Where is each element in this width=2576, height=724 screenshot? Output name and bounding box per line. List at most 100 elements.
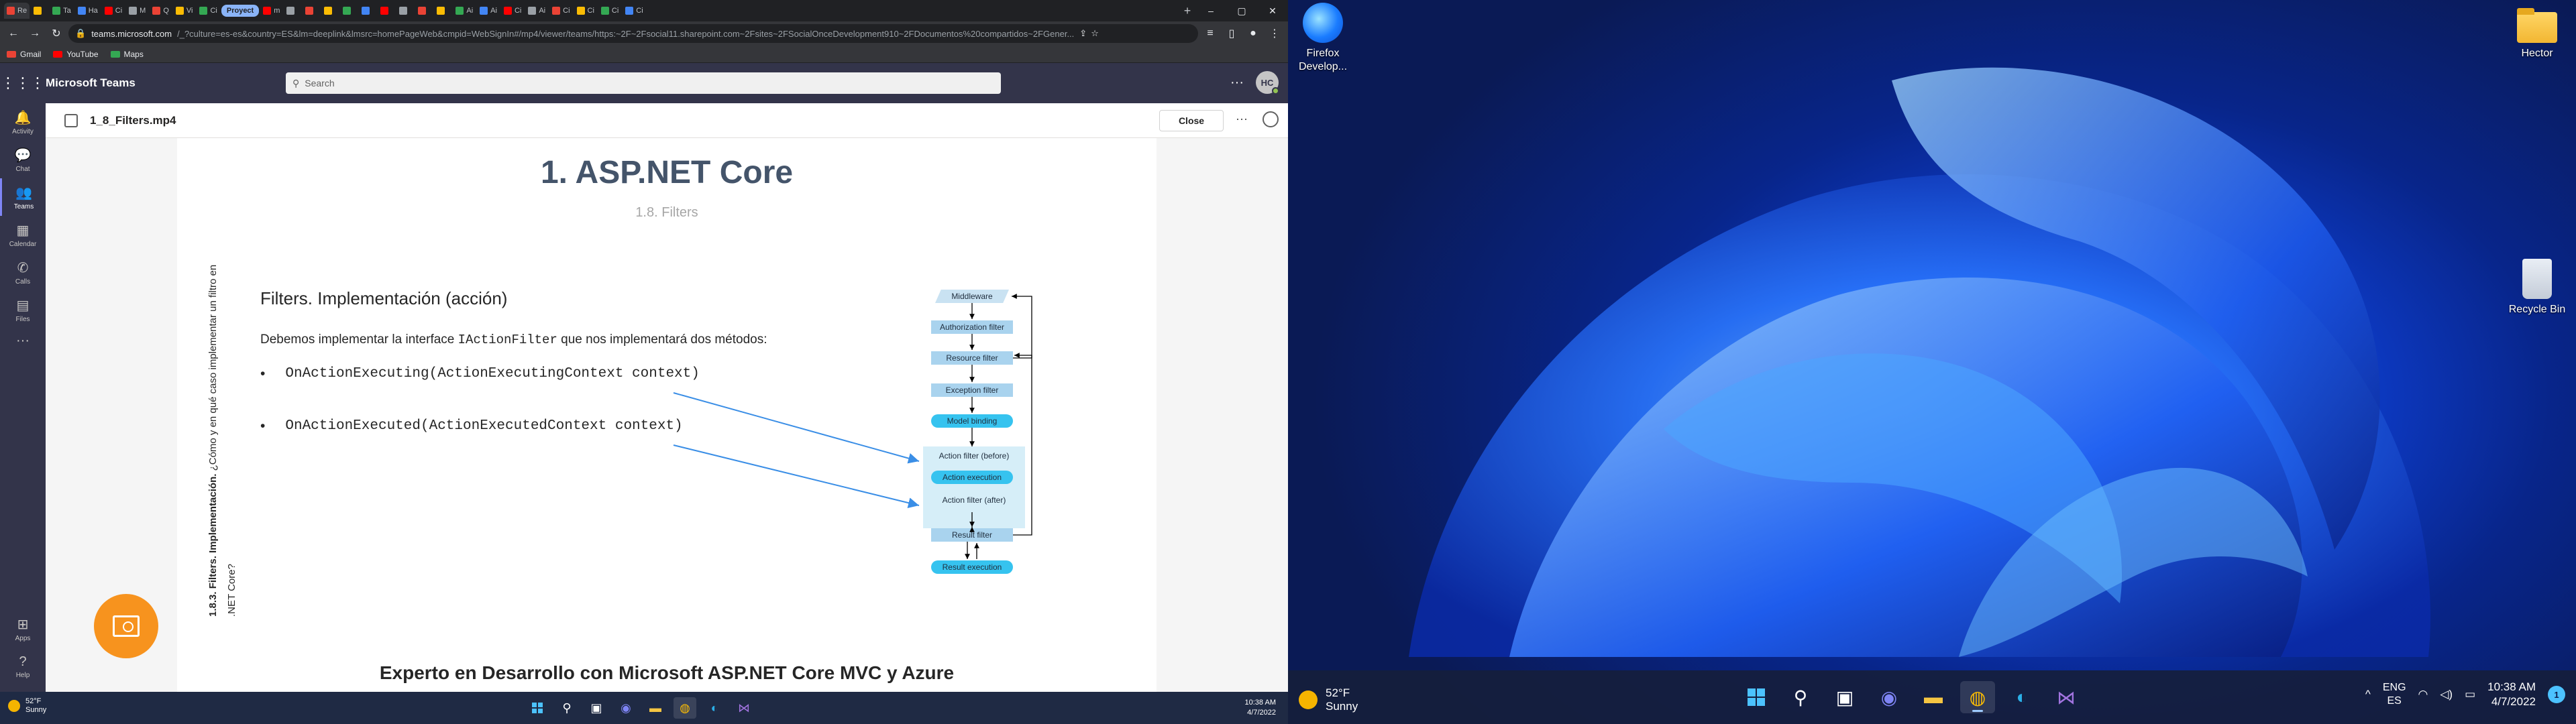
weather-widget[interactable]: 52°F Sunny <box>8 697 46 715</box>
rail-item-chat[interactable]: 💬 Chat <box>0 141 46 178</box>
url-host: teams.microsoft.com <box>91 28 172 39</box>
rail-more-button[interactable]: ··· <box>0 328 46 353</box>
browser-tab[interactable]: Ci <box>501 3 524 19</box>
taskbar-clock[interactable]: 10:38 AM 4/7/2022 <box>1245 698 1276 718</box>
browser-tab[interactable]: Ci <box>598 3 621 19</box>
slide-subtitle: 1.8. Filters <box>635 205 698 220</box>
task-view-icon[interactable]: ▣ <box>1827 681 1862 713</box>
bookmark-maps[interactable]: Maps <box>110 50 144 59</box>
settings-more-icon[interactable]: ··· <box>1230 75 1244 90</box>
rail-item-calendar[interactable]: ▦ Calendar <box>0 216 46 253</box>
rail-item-help[interactable]: ? Help <box>0 648 46 685</box>
browser-tab[interactable] <box>321 3 339 19</box>
bookmark-youtube[interactable]: YouTube <box>53 50 99 59</box>
browser-tab[interactable] <box>31 3 48 19</box>
browser-tab[interactable] <box>396 3 414 19</box>
start-button[interactable] <box>1739 681 1774 713</box>
browser-tab[interactable]: Ci <box>102 3 125 19</box>
browser-tab[interactable] <box>359 3 376 19</box>
edge-icon[interactable]: ◐ <box>2004 681 2039 713</box>
visual-studio-icon[interactable]: ⋈ <box>2049 681 2084 713</box>
desktop-icon-firefox[interactable]: Firefox Develop... <box>1291 3 1355 74</box>
file-explorer-icon[interactable]: ▬ <box>1916 681 1951 713</box>
close-button[interactable]: Close <box>1159 110 1224 131</box>
tab-favicon-icon <box>34 7 42 15</box>
media-icon[interactable]: ≡ <box>1201 24 1220 43</box>
bookmark-gmail[interactable]: Gmail <box>7 50 41 59</box>
battery-icon[interactable]: ▭ <box>2465 688 2475 701</box>
new-tab-button[interactable]: + <box>1179 4 1195 18</box>
slide-title: 1. ASP.NET Core <box>540 155 794 190</box>
sidepanel-icon[interactable]: ▯ <box>1222 24 1241 43</box>
rail-item-calls[interactable]: ✆ Calls <box>0 253 46 291</box>
rail-item-apps[interactable]: ⊞ Apps <box>0 610 46 648</box>
firefox-developer-icon <box>1303 3 1343 43</box>
pipeline-model-binding: Model binding <box>931 414 1013 428</box>
browser-tab[interactable]: Ci <box>623 3 645 19</box>
minimize-button[interactable]: – <box>1195 0 1226 21</box>
tab-group-label[interactable]: Proyect <box>221 5 260 17</box>
browser-tab[interactable]: Ta <box>50 3 74 19</box>
browser-tab[interactable]: Re <box>4 3 30 19</box>
profile-icon[interactable]: ● <box>1244 24 1263 43</box>
browser-tab[interactable] <box>415 3 433 19</box>
browser-tab[interactable]: Ai <box>477 3 500 19</box>
search-icon[interactable]: ⚲ <box>555 697 578 719</box>
browser-tab[interactable]: Ci <box>197 3 219 19</box>
browser-tab[interactable] <box>340 3 358 19</box>
volume-icon[interactable]: ◁) <box>2440 688 2453 701</box>
video-area[interactable]: 1. ASP.NET Core 1.8. Filters 1.8.3. Filt… <box>46 138 1288 692</box>
address-bar[interactable]: 🔒 teams.microsoft.com /_?culture=es-es&co… <box>68 24 1198 43</box>
visual-studio-icon[interactable]: ⋈ <box>733 697 755 719</box>
desktop-icon-recycle-bin[interactable]: Recycle Bin <box>2505 259 2569 316</box>
bookmark-star-icon[interactable]: ☆ <box>1091 28 1099 39</box>
search-input[interactable]: ⚲ Search <box>286 72 1001 94</box>
pipeline-middleware: Middleware <box>935 290 1009 303</box>
reload-button[interactable]: ↻ <box>47 24 66 43</box>
share-icon[interactable]: ⇪ <box>1079 28 1087 39</box>
teams-chat-icon[interactable]: ◉ <box>1872 681 1907 713</box>
taskbar-clock[interactable]: 10:38 AM 4/7/2022 <box>2487 680 2536 709</box>
browser-tab[interactable]: M <box>126 3 148 19</box>
rail-item-activity[interactable]: 🔔 Activity <box>0 103 46 141</box>
file-explorer-icon[interactable]: ▬ <box>644 697 667 719</box>
search-icon[interactable]: ⚲ <box>1783 681 1818 713</box>
browser-tab[interactable]: m <box>260 3 282 19</box>
forward-button[interactable]: → <box>25 24 44 43</box>
browser-tab[interactable] <box>378 3 395 19</box>
language-indicator[interactable]: ENG ES <box>2383 681 2406 708</box>
browser-tab[interactable] <box>434 3 451 19</box>
chrome-menu-icon[interactable]: ⋮ <box>1265 24 1284 43</box>
start-button[interactable] <box>526 697 549 719</box>
task-view-icon[interactable]: ▣ <box>585 697 608 719</box>
back-button[interactable]: ← <box>4 24 23 43</box>
chrome-icon[interactable]: ◍ <box>674 697 696 719</box>
browser-tab[interactable]: Vi <box>173 3 196 19</box>
edge-icon[interactable]: ◐ <box>703 697 726 719</box>
teams-chat-icon[interactable]: ◉ <box>614 697 637 719</box>
desktop-icon-user-folder[interactable]: Hector <box>2505 5 2569 60</box>
browser-tab[interactable] <box>303 3 320 19</box>
conversation-icon[interactable] <box>1263 111 1279 127</box>
rail-item-teams[interactable]: 👥 Teams <box>0 178 46 216</box>
chevron-up-icon[interactable]: ^ <box>2365 688 2371 701</box>
wifi-icon[interactable]: ◠ <box>2418 688 2428 701</box>
rail-item-files[interactable]: ▤ Files <box>0 291 46 328</box>
teams-app-rail: 🔔 Activity 💬 Chat 👥 Teams ▦ Calendar ✆ Calls ▤ File… <box>0 103 46 692</box>
browser-tab[interactable]: Ai <box>453 3 476 19</box>
browser-tab[interactable]: Ci <box>549 3 572 19</box>
browser-tab[interactable]: Ai <box>525 3 548 19</box>
chrome-icon[interactable]: ◍ <box>1960 681 1995 713</box>
notification-badge[interactable]: 1 <box>2548 686 2565 703</box>
close-window-button[interactable]: ✕ <box>1257 0 1288 21</box>
app-launcher-icon[interactable]: ⋮⋮⋮ <box>0 63 46 103</box>
tab-favicon-icon <box>362 7 370 15</box>
maximize-button[interactable]: ▢ <box>1226 0 1257 21</box>
browser-tab[interactable] <box>284 3 301 19</box>
browser-tab[interactable]: Q <box>150 3 172 19</box>
browser-tab[interactable]: Ha <box>75 3 101 19</box>
browser-tab[interactable]: Ci <box>574 3 597 19</box>
avatar[interactable]: HC <box>1256 71 1279 95</box>
more-options-button[interactable]: ··· <box>1236 112 1248 126</box>
weather-widget[interactable]: 52°F Sunny <box>1299 686 1358 713</box>
